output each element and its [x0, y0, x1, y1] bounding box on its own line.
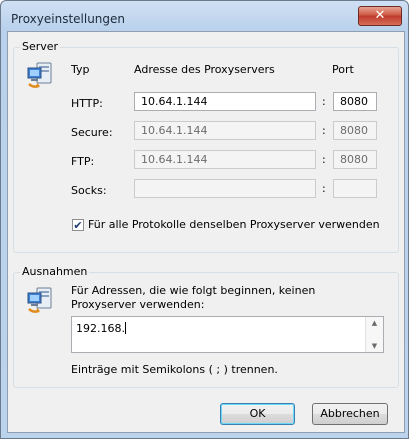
server-group: Server Typ Adresse des Proxyservers Port… [13, 40, 399, 253]
port-column-header: Port [332, 63, 354, 76]
ftp-label: FTP: [71, 155, 95, 168]
exceptions-value: 192.168. [76, 322, 125, 335]
http-address-input[interactable]: 10.64.1.144 [134, 92, 316, 111]
cancel-button[interactable]: Abbrechen [312, 403, 388, 425]
window-title: Proxyeinstellungen [11, 12, 126, 26]
secure-address-input[interactable]: 10.64.1.144 [134, 121, 316, 140]
server-group-label: Server [20, 40, 61, 53]
network-computer-icon [27, 62, 52, 88]
scroll-up-arrow-icon[interactable]: ▲ [366, 319, 383, 327]
exceptions-textarea[interactable]: 192.168. ▲ ▼ [71, 316, 384, 353]
socks-label: Socks: [71, 184, 107, 197]
network-computer-icon [27, 287, 52, 313]
secure-label: Secure: [71, 126, 113, 139]
socks-address-input[interactable] [134, 179, 316, 198]
exceptions-scrollbar[interactable]: ▲ ▼ [365, 317, 383, 352]
http-colon: : [322, 95, 326, 108]
exceptions-hint: Einträge mit Semikolons ( ; ) trennen. [71, 363, 278, 376]
text-cursor [124, 322, 126, 334]
socks-port-input[interactable] [333, 179, 377, 198]
same-proxy-checkbox[interactable]: ✔ [72, 219, 84, 231]
scroll-down-arrow-icon[interactable]: ▼ [366, 342, 383, 350]
ftp-colon: : [322, 153, 326, 166]
dialog-content: Server Typ Adresse des Proxyservers Port… [7, 31, 405, 433]
http-label: HTTP: [71, 97, 103, 110]
exceptions-group-label: Ausnahmen [20, 265, 90, 278]
same-proxy-label[interactable]: Für alle Protokolle denselben Proxyserve… [88, 218, 380, 231]
ftp-address-input[interactable]: 10.64.1.144 [134, 150, 316, 169]
exceptions-description: Für Adressen, die wie folgt beginnen, ke… [71, 284, 316, 311]
ftp-port-input[interactable]: 8080 [333, 150, 377, 169]
socks-colon: : [322, 182, 326, 195]
exceptions-group: Ausnahmen Für Adressen, die wie folgt be… [13, 265, 399, 388]
close-button[interactable]: ✕ [358, 6, 402, 26]
type-column-header: Typ [71, 63, 90, 76]
proxy-settings-dialog: Proxyeinstellungen ✕ Server Typ Adresse … [0, 0, 409, 439]
ok-button[interactable]: OK [220, 403, 295, 425]
secure-port-input[interactable]: 8080 [333, 121, 377, 140]
address-column-header: Adresse des Proxyservers [134, 63, 275, 76]
http-port-input[interactable]: 8080 [333, 92, 377, 111]
secure-colon: : [322, 124, 326, 137]
